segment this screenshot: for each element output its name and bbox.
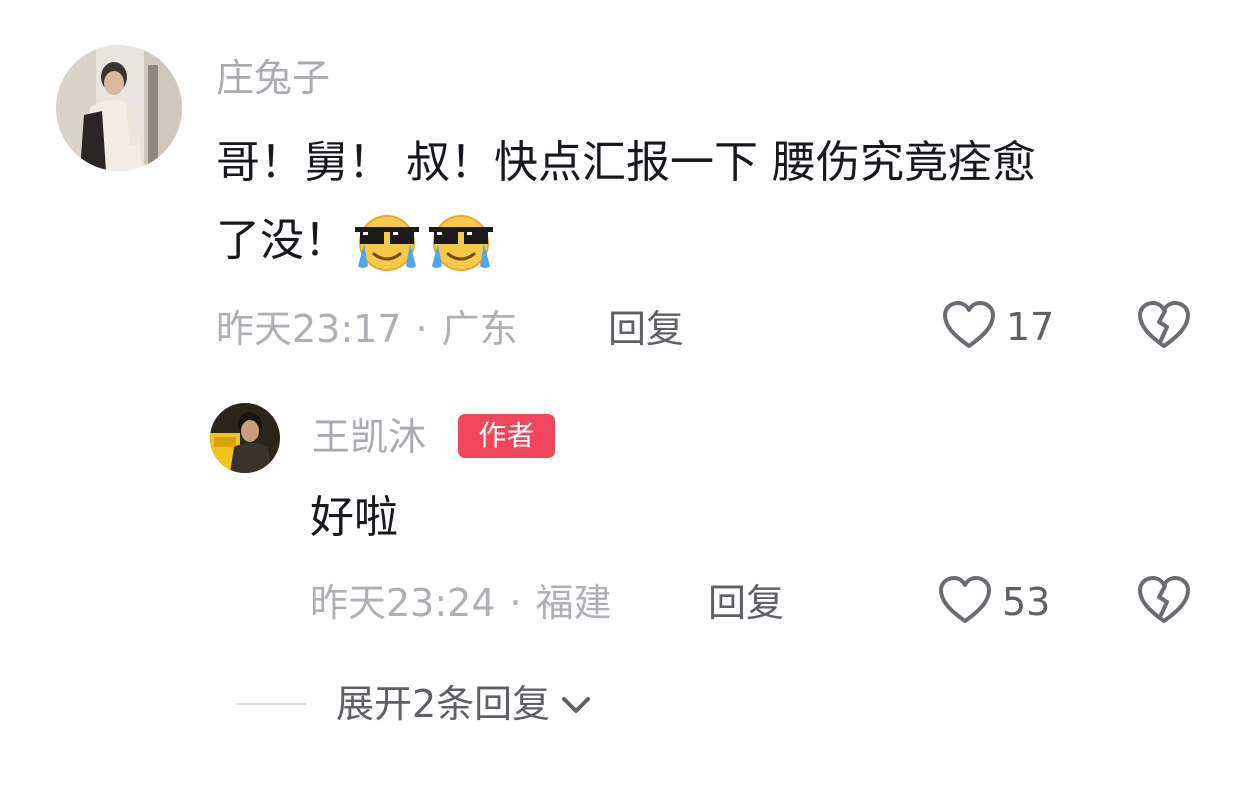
author-badge: 作者 [458, 414, 555, 458]
comment-text: 哥！舅！ 叔！快点汇报一下 腰伤究竟痊愈 [216, 137, 1036, 188]
comment-text-continued: 了没！ [216, 210, 496, 272]
chevron-down-icon [550, 680, 594, 728]
heart-outline-icon[interactable] [942, 300, 996, 354]
comment-text-line2: 了没！ [216, 215, 348, 266]
like-count: 53 [1002, 580, 1051, 624]
dislike-button[interactable] [1136, 575, 1192, 629]
comment-meta: 昨天23:17 · 广东 [216, 305, 518, 353]
expand-replies-label: 展开2条回复 [336, 682, 551, 726]
like-count: 17 [1006, 305, 1055, 349]
dislike-button[interactable] [1136, 300, 1192, 354]
avatar[interactable] [56, 45, 182, 171]
expand-replies-button[interactable]: 展开2条回复 [336, 680, 594, 728]
broken-heart-icon[interactable] [1136, 301, 1192, 354]
reply-time: 昨天23:24 [310, 581, 496, 625]
reply-username[interactable]: 王凯沐 [312, 413, 426, 461]
like-button[interactable]: 17 [942, 300, 1054, 354]
comment-username[interactable]: 庄兔子 [216, 54, 330, 102]
reply-location: 福建 [535, 581, 612, 625]
reply-meta: 昨天23:24 · 福建 [310, 579, 612, 627]
comment-location: 广东 [441, 307, 518, 351]
reply-text: 好啦 [310, 492, 398, 543]
avatar[interactable] [210, 403, 280, 473]
reply-button[interactable]: 回复 [608, 305, 684, 353]
crying-sunglasses-emoji [352, 210, 422, 272]
comment-time: 昨天23:17 [216, 307, 402, 351]
broken-heart-icon[interactable] [1136, 576, 1192, 629]
expand-divider [236, 703, 306, 705]
meta-separator: · [509, 581, 522, 625]
heart-outline-icon[interactable] [938, 575, 992, 629]
reply-button[interactable]: 回复 [708, 579, 784, 627]
meta-separator: · [415, 307, 428, 351]
like-button[interactable]: 53 [938, 575, 1050, 629]
crying-sunglasses-emoji [426, 210, 496, 272]
